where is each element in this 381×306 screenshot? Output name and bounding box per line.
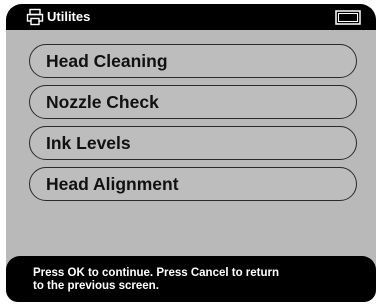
lcd-screen: Utilites Head Cleaning Nozzle Check Ink …	[6, 4, 376, 302]
printer-icon	[26, 8, 44, 26]
menu-item-ink-levels[interactable]: Ink Levels	[29, 126, 357, 160]
page-title: Utilites	[47, 9, 91, 24]
help-text-line-1: Press OK to continue. Press Cancel to re…	[33, 267, 280, 279]
help-text-line-2: to the previous screen.	[33, 280, 159, 292]
menu-item-nozzle-check[interactable]: Nozzle Check	[29, 85, 357, 119]
menu-item-head-alignment[interactable]: Head Alignment	[29, 167, 357, 201]
help-text: Press OK to continue. Press Cancel to re…	[33, 267, 353, 293]
help-footer: Press OK to continue. Press Cancel to re…	[6, 256, 376, 302]
title-bar: Utilites	[6, 4, 376, 30]
menu-item-head-cleaning[interactable]: Head Cleaning	[29, 44, 357, 78]
battery-icon	[335, 10, 361, 25]
utilities-menu: Head Cleaning Nozzle Check Ink Levels He…	[29, 44, 359, 208]
